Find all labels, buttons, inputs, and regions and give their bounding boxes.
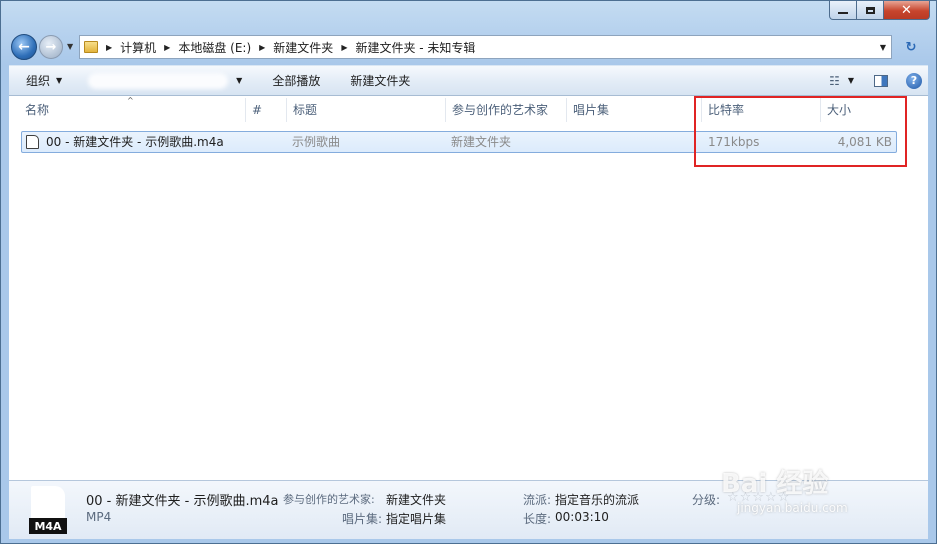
breadcrumb-computer[interactable]: 计算机 bbox=[120, 39, 156, 56]
details-album-label: 唱片集: bbox=[342, 512, 383, 526]
refresh-icon: ↻ bbox=[905, 39, 917, 55]
details-album-value[interactable]: 指定唱片集 bbox=[386, 510, 446, 527]
thumbnail-type-label: M4A bbox=[29, 518, 67, 534]
maximize-icon bbox=[865, 6, 875, 14]
details-length-value: 00:03:10 bbox=[555, 510, 609, 524]
obscured-toolbar-dropdown[interactable]: ▼ bbox=[230, 76, 242, 85]
explorer-window: ✕ ← → ▼ ▶ 计算机 ▶ 本地磁盘 (E:) ▶ 新建文件夹 ▶ 新建文件夹 - … bbox=[0, 0, 937, 544]
back-button[interactable]: ← bbox=[11, 34, 37, 60]
file-list: 名称 ^ # 标题 参与创作的艺术家 唱片集 比特率 大小 00 - 新建文件夹… bbox=[9, 96, 928, 480]
caption-buttons: ✕ bbox=[829, 1, 930, 20]
navigation-bar: ← → ▼ ▶ 计算机 ▶ 本地磁盘 (E:) ▶ 新建文件夹 ▶ 新建文件夹 - 未知… bbox=[9, 31, 928, 63]
cell-artist: 新建文件夹 bbox=[451, 135, 512, 149]
cell-name: 00 - 新建文件夹 - 示例歌曲.m4a bbox=[46, 135, 224, 149]
details-rating-label: 分级: bbox=[692, 493, 721, 507]
maximize-button[interactable] bbox=[857, 1, 884, 20]
address-bar[interactable]: ▶ 计算机 ▶ 本地磁盘 (E:) ▶ 新建文件夹 ▶ 新建文件夹 - 未知专辑 ▼ bbox=[79, 35, 892, 59]
sort-ascending-icon: ^ bbox=[127, 96, 134, 105]
cell-title: 示例歌曲 bbox=[292, 135, 341, 149]
chevron-down-icon: ▼ bbox=[236, 76, 243, 85]
close-icon: ✕ bbox=[901, 2, 912, 18]
back-arrow-icon: ← bbox=[18, 39, 30, 55]
view-options-dropdown[interactable]: ▼ bbox=[848, 76, 854, 85]
minimize-icon bbox=[838, 12, 848, 14]
audio-file-icon bbox=[26, 135, 39, 149]
play-all-button[interactable]: 全部播放 bbox=[272, 72, 320, 89]
breadcrumb-drive[interactable]: 本地磁盘 (E:) bbox=[178, 39, 251, 56]
minimize-button[interactable] bbox=[829, 1, 857, 20]
new-folder-button[interactable]: 新建文件夹 bbox=[350, 72, 410, 89]
obscured-toolbar-item[interactable] bbox=[88, 72, 229, 89]
play-all-label: 全部播放 bbox=[272, 74, 321, 88]
forward-arrow-icon: → bbox=[45, 39, 57, 55]
change-view-icon[interactable]: ☷ bbox=[829, 74, 840, 88]
preview-pane-icon[interactable] bbox=[874, 74, 888, 87]
chevron-down-icon: ▼ bbox=[847, 76, 854, 85]
details-genre-label: 流派: bbox=[523, 493, 552, 507]
breadcrumb-current-folder[interactable]: 新建文件夹 - 未知专辑 bbox=[355, 39, 475, 56]
column-header-artist[interactable]: 参与创作的艺术家 bbox=[446, 96, 566, 124]
highlight-annotation bbox=[694, 96, 907, 167]
details-artist-value[interactable]: 新建文件夹 bbox=[386, 491, 446, 508]
folder-icon bbox=[84, 41, 98, 53]
file-page-icon bbox=[31, 486, 65, 520]
chevron-down-icon: ▼ bbox=[56, 76, 63, 85]
breadcrumb-folder[interactable]: 新建文件夹 bbox=[273, 39, 333, 56]
details-artist-label: 参与创作的艺术家: bbox=[283, 493, 375, 506]
details-genre-value[interactable]: 指定音乐的流派 bbox=[555, 491, 639, 508]
breadcrumb-chevron-icon[interactable]: ▶ bbox=[259, 43, 265, 52]
breadcrumb-chevron-icon[interactable]: ▶ bbox=[164, 43, 170, 52]
baidu-watermark: Bai 经验 bbox=[721, 469, 829, 499]
command-bar: 组织 ▼ ▼ 全部播放 新建文件夹 ☷ ▼ ? bbox=[9, 65, 928, 96]
toolbar-right: ☷ ▼ ? bbox=[829, 66, 928, 95]
organize-button[interactable]: 组织 ▼ bbox=[26, 72, 62, 89]
details-filename: 00 - 新建文件夹 - 示例歌曲.m4a bbox=[86, 494, 279, 509]
details-length-label: 长度: bbox=[523, 512, 552, 526]
file-thumbnail: M4A bbox=[29, 486, 69, 534]
breadcrumb-chevron-icon[interactable]: ▶ bbox=[341, 43, 347, 52]
column-header-number[interactable]: # bbox=[246, 96, 286, 124]
breadcrumb-chevron-icon[interactable]: ▶ bbox=[106, 43, 112, 52]
column-header-album[interactable]: 唱片集 bbox=[567, 96, 701, 124]
new-folder-label: 新建文件夹 bbox=[350, 74, 411, 88]
forward-button[interactable]: → bbox=[39, 35, 63, 59]
recent-pages-dropdown[interactable]: ▼ bbox=[67, 42, 73, 51]
refresh-button[interactable]: ↻ bbox=[900, 37, 922, 57]
column-header-title[interactable]: 标题 bbox=[287, 96, 445, 124]
close-button[interactable]: ✕ bbox=[884, 1, 930, 20]
details-filetype: MP4 bbox=[86, 510, 112, 524]
address-history-dropdown[interactable]: ▼ bbox=[880, 43, 886, 52]
help-icon[interactable]: ? bbox=[906, 72, 922, 89]
baidu-watermark-url: jingyan.baidu.com bbox=[737, 501, 848, 515]
organize-label: 组织 bbox=[26, 74, 51, 88]
